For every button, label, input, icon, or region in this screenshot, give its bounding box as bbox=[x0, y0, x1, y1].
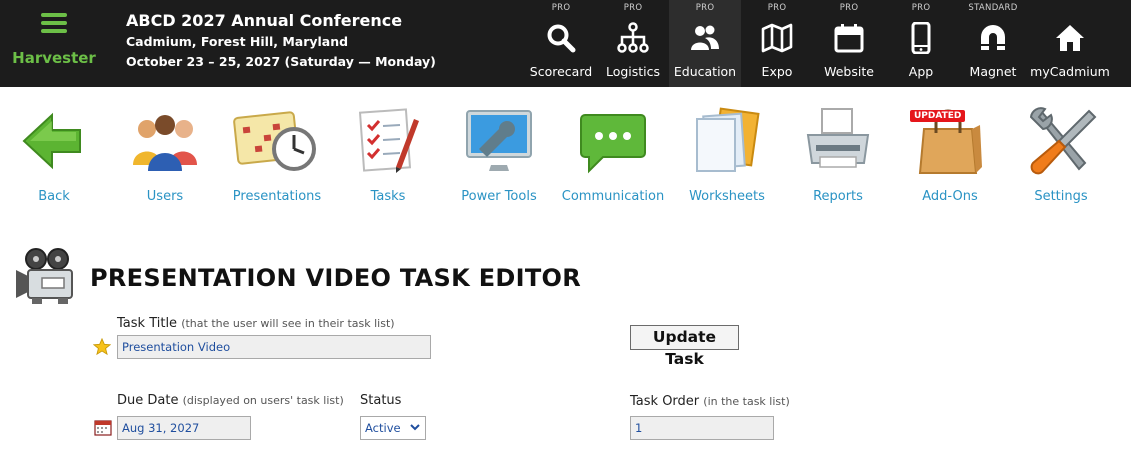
task-title-label-text: Task Title bbox=[117, 316, 178, 331]
updated-badge: UPDATED bbox=[910, 110, 966, 122]
nav-label: Education bbox=[673, 64, 737, 79]
tool-label: Worksheets bbox=[689, 189, 765, 204]
tool-label: Add-Ons bbox=[922, 189, 978, 204]
nav-label: App bbox=[908, 64, 934, 79]
nav-item-magnet[interactable]: STANDARD Magnet bbox=[957, 0, 1029, 87]
home-icon bbox=[1056, 25, 1084, 51]
nav-item-logistics[interactable]: PRO Logistics bbox=[597, 0, 669, 87]
nav-tier: PRO bbox=[911, 3, 931, 13]
nav-tier: PRO bbox=[623, 3, 643, 13]
chevron-down-icon bbox=[410, 424, 420, 431]
printer-icon bbox=[806, 108, 870, 168]
nav-item-expo[interactable]: PRO Expo bbox=[741, 0, 813, 87]
nav-item-education[interactable]: PRO Education bbox=[669, 0, 741, 87]
brand-block: Harvester bbox=[0, 0, 108, 87]
users-group-icon bbox=[133, 115, 197, 171]
due-date-label: Due Date (displayed on users' task list) bbox=[117, 393, 344, 408]
nav-label: Magnet bbox=[969, 64, 1017, 79]
tool-label: Back bbox=[38, 189, 70, 204]
calendar-clock-icon bbox=[233, 111, 316, 171]
tool-presentations[interactable]: Presentations bbox=[221, 105, 333, 204]
tool-label: Presentations bbox=[232, 189, 322, 204]
status-select[interactable]: Active bbox=[360, 416, 426, 440]
chat-bubble-icon bbox=[580, 114, 646, 174]
sitemap-icon bbox=[617, 22, 649, 53]
task-title-label: Task Title (that the user will see in th… bbox=[117, 316, 395, 331]
task-order-label-text: Task Order bbox=[630, 394, 700, 409]
tool-power-tools[interactable]: Power Tools bbox=[443, 105, 555, 204]
task-title-input[interactable]: Presentation Video bbox=[117, 335, 431, 359]
top-bar: Harvester ABCD 2027 Annual Conference Ca… bbox=[0, 0, 1131, 87]
update-task-button[interactable]: Update Task bbox=[630, 325, 739, 368]
tool-label: Users bbox=[146, 189, 184, 204]
status-label: Status bbox=[360, 393, 402, 408]
tool-worksheets[interactable]: Worksheets bbox=[671, 105, 783, 204]
magnet-icon bbox=[981, 25, 1005, 50]
tool-label: Settings bbox=[1034, 189, 1088, 204]
mobile-icon bbox=[911, 22, 931, 54]
tool-label: Reports bbox=[813, 189, 863, 204]
calendar-picker-icon[interactable] bbox=[94, 418, 112, 436]
due-date-input[interactable]: Aug 31, 2027 bbox=[117, 416, 251, 440]
nav-label: Expo bbox=[761, 64, 793, 79]
menu-icon[interactable] bbox=[41, 13, 67, 33]
back-arrow-icon bbox=[22, 112, 81, 170]
users-icon bbox=[691, 25, 719, 50]
tool-users[interactable]: Users bbox=[109, 105, 221, 204]
tool-bar: Back Users Presentations Tasks Power Too… bbox=[0, 105, 1131, 215]
tool-label: Communication bbox=[561, 189, 665, 204]
page-title: PRESENTATION VIDEO TASK EDITOR bbox=[90, 264, 581, 292]
nav-tier: PRO bbox=[695, 3, 715, 13]
main-nav: PRO Scorecard PRO Logistics PRO Educatio… bbox=[525, 0, 1111, 87]
checklist-icon bbox=[358, 108, 419, 173]
status-select-value: Active bbox=[365, 421, 401, 435]
event-dates: October 23 – 25, 2027 (Saturday — Monday… bbox=[126, 54, 436, 69]
tool-label: Power Tools bbox=[461, 189, 537, 204]
tool-reports[interactable]: Reports bbox=[782, 105, 894, 204]
nav-item-scorecard[interactable]: PRO Scorecard bbox=[525, 0, 597, 87]
task-order-input[interactable]: 1 bbox=[630, 416, 774, 440]
star-icon bbox=[93, 338, 111, 356]
event-title: ABCD 2027 Annual Conference bbox=[126, 11, 403, 30]
nav-tier: PRO bbox=[839, 3, 859, 13]
nav-label: Website bbox=[824, 64, 874, 79]
nav-label: Scorecard bbox=[529, 64, 593, 79]
tool-tasks[interactable]: Tasks bbox=[332, 105, 444, 204]
due-date-hint: (displayed on users' task list) bbox=[182, 394, 344, 407]
tool-back[interactable]: Back bbox=[0, 105, 110, 204]
nav-tier: STANDARD bbox=[968, 3, 1018, 13]
wrench-screwdriver-icon bbox=[1029, 107, 1097, 175]
event-info: ABCD 2027 Annual Conference Cadmium, For… bbox=[126, 10, 436, 72]
nav-label: myCadmium bbox=[1030, 64, 1110, 79]
map-icon bbox=[761, 23, 793, 53]
documents-icon bbox=[696, 107, 760, 172]
nav-tier: PRO bbox=[767, 3, 787, 13]
event-location: Cadmium, Forest Hill, Maryland bbox=[126, 34, 349, 49]
tool-label: Tasks bbox=[370, 189, 406, 204]
due-date-label-text: Due Date bbox=[117, 393, 179, 408]
monitor-wrench-icon bbox=[466, 110, 532, 171]
task-title-hint: (that the user will see in their task li… bbox=[181, 317, 395, 330]
tool-settings[interactable]: Settings bbox=[1005, 105, 1117, 204]
video-camera-icon bbox=[16, 248, 73, 304]
task-order-label: Task Order (in the task list) bbox=[630, 394, 790, 409]
nav-label: Logistics bbox=[605, 64, 661, 79]
brand-name: Harvester bbox=[12, 49, 96, 67]
nav-item-mycadmium[interactable]: myCadmium bbox=[1029, 0, 1111, 87]
nav-item-app[interactable]: PRO App bbox=[885, 0, 957, 87]
search-icon bbox=[547, 24, 576, 53]
tool-communication[interactable]: Communication bbox=[557, 105, 669, 204]
nav-item-website[interactable]: PRO Website bbox=[813, 0, 885, 87]
calendar-icon bbox=[834, 24, 864, 53]
tool-add-ons[interactable]: UPDATED Add-Ons bbox=[894, 105, 1006, 204]
task-order-hint: (in the task list) bbox=[703, 395, 790, 408]
nav-tier: PRO bbox=[551, 3, 571, 13]
